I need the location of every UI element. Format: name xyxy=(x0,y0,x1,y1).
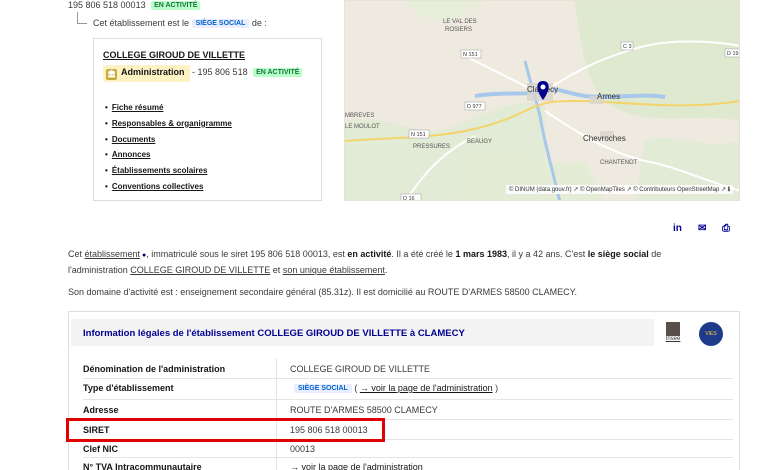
map-label-pressures: PRESSURES xyxy=(413,144,450,150)
tva-label: N° TVA Intracommunautaire xyxy=(83,462,202,470)
svg-text:N 151: N 151 xyxy=(463,52,478,58)
eu-vies-icon[interactable]: VIES xyxy=(699,322,723,346)
link-fiche-resume[interactable]: Fiche résumé xyxy=(105,100,232,116)
link-annonces[interactable]: Annonces xyxy=(105,147,232,163)
row-divider xyxy=(83,378,733,379)
link-conventions-collectives[interactable]: Conventions collectives xyxy=(105,179,232,195)
tree-connector xyxy=(77,12,87,24)
svg-text:N 151: N 151 xyxy=(411,132,426,138)
link-etablissements-scolaires[interactable]: Établissements scolaires xyxy=(105,163,232,179)
domain-paragraph: Son domaine d'activité est : enseignemen… xyxy=(68,287,578,297)
map-label-rosiers: ROSIERS xyxy=(445,27,472,33)
print-icon[interactable]: ⎙ xyxy=(722,223,730,234)
column-divider xyxy=(276,358,277,470)
type-siege-badge: SIÈGE SOCIAL xyxy=(294,384,352,393)
linkedin-icon[interactable]: in xyxy=(673,223,682,234)
top-siret-line: 195 806 518 00013 EN ACTIVITÉ xyxy=(68,0,201,10)
map-label-val-des-rosiers: LE VAL DES xyxy=(443,19,477,25)
denomination-value: COLLEGE GIROUD DE VILLETTE xyxy=(290,364,431,374)
map-label-le-moulot: LE MOULOT xyxy=(345,124,380,130)
map-label-armes: Armes xyxy=(597,92,620,101)
siret-highlight-box xyxy=(66,418,385,442)
adresse-value: ROUTE D'ARMES 58500 CLAMECY xyxy=(290,405,438,415)
establishment-line: Cet établissement est le SIÈGE SOCIAL de… xyxy=(93,18,267,28)
svg-text:C 3: C 3 xyxy=(623,44,632,50)
info-icon[interactable]: ℹ xyxy=(728,187,730,193)
map-attribution[interactable]: © DINUM (data.gouv.fr) ↗ © OpenMapTiles … xyxy=(505,185,733,194)
map-label-chantenot: CHANTENOT xyxy=(600,160,638,166)
insee-icon xyxy=(666,322,680,336)
est-suffix: de : xyxy=(251,18,267,28)
svg-text:D 19: D 19 xyxy=(727,51,739,57)
admin-siren: - 195 806 518 xyxy=(192,67,248,77)
denomination-label: Dénomination de l'administration xyxy=(83,364,226,374)
voir-admin-link[interactable]: → voir la page de l'administration xyxy=(360,383,493,393)
admin-tag-row: 🏛 Administration - 195 806 518 EN ACTIVIT… xyxy=(103,65,303,82)
admin-links-list: Fiche résumé Responsables & organigramme… xyxy=(105,100,232,195)
row-divider xyxy=(83,399,733,400)
location-map[interactable]: LE VAL DES ROSIERS Clamecy Armes Chevroc… xyxy=(344,0,740,201)
legal-title: Information légales de l'établissement C… xyxy=(83,328,465,339)
row-divider xyxy=(83,457,733,458)
insee-logo[interactable]: Insee xyxy=(662,322,684,348)
map-label-chevroches: Chevroches xyxy=(583,134,626,143)
admin-tag-label: Administration xyxy=(121,67,185,77)
type-label: Type d'établissement xyxy=(83,383,174,393)
siege-badge: SIÈGE SOCIAL xyxy=(191,19,250,28)
type-value: SIÈGE SOCIAL ( → voir la page de l'admin… xyxy=(294,383,498,393)
status-badge: EN ACTIVITÉ xyxy=(151,1,201,10)
est-prefix: Cet établissement est le xyxy=(93,18,190,28)
mail-icon[interactable]: ✉ xyxy=(698,223,706,234)
link-responsables[interactable]: Responsables & organigramme xyxy=(105,116,232,132)
etablissement-link[interactable]: établissement xyxy=(85,249,141,259)
siret-text: 195 806 518 00013 xyxy=(68,0,146,10)
map-canvas[interactable]: LE VAL DES ROSIERS Clamecy Armes Chevroc… xyxy=(345,1,740,201)
legal-header: Information légales de l'établissement C… xyxy=(71,319,654,346)
nic-label: Clef NIC xyxy=(83,444,119,454)
map-label-beaugy: BEAUGY xyxy=(467,139,492,145)
map-label-mbreves: MBREVES xyxy=(345,113,374,119)
svg-text:D 977: D 977 xyxy=(467,104,482,110)
tva-value: → voir la page de l'administration xyxy=(290,462,423,470)
admin-status-badge: EN ACTIVITÉ xyxy=(253,68,303,77)
admin-tag: 🏛 Administration xyxy=(103,65,190,82)
summary-paragraph: Cet établissement ●, immatriculé sous le… xyxy=(68,249,662,275)
building-icon: 🏛 xyxy=(106,69,117,80)
tva-voir-admin-link[interactable]: → voir la page de l'administration xyxy=(290,462,423,470)
administration-card: COLLEGE GIROUD DE VILLETTE 🏛 Administrati… xyxy=(93,38,322,201)
admin-title-link[interactable]: COLLEGE GIROUD DE VILLETTE xyxy=(103,50,245,60)
adresse-label: Adresse xyxy=(83,405,119,415)
link-documents[interactable]: Documents xyxy=(105,132,232,148)
admin-link[interactable]: COLLEGE GIROUD DE VILLETTE xyxy=(130,265,270,275)
svg-text:D 16: D 16 xyxy=(403,196,415,201)
nic-value: 00013 xyxy=(290,444,316,454)
unique-etablissement-link[interactable]: son unique établissement xyxy=(283,265,385,275)
